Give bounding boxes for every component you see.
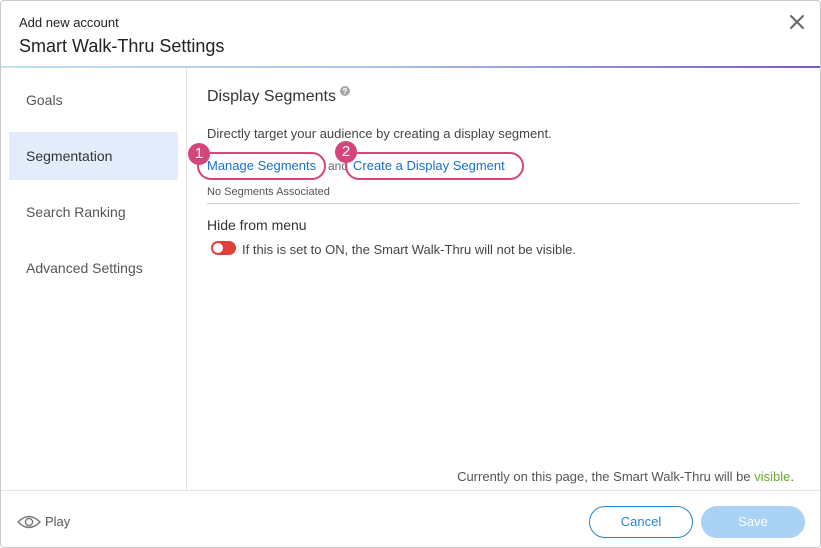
question-circle-icon[interactable] <box>340 86 350 96</box>
settings-sidebar: Goals Segmentation Search Ranking Advanc… <box>1 68 187 490</box>
cancel-button[interactable]: Cancel <box>589 506 693 538</box>
dialog-title: Smart Walk-Thru Settings <box>19 36 225 56</box>
hide-from-menu-title: Hide from menu <box>207 217 307 233</box>
status-suffix: . <box>790 469 794 484</box>
dialog-header: Add new account Smart Walk-Thru Settings <box>1 1 820 68</box>
status-prefix: Currently on this page, the Smart Walk-T… <box>457 469 755 484</box>
status-value: visible <box>754 469 791 484</box>
no-segments-label: No Segments Associated <box>207 186 330 198</box>
manage-segments-link[interactable]: Manage Segments <box>207 158 316 173</box>
sidebar-item-advanced-settings[interactable]: Advanced Settings <box>9 244 178 292</box>
segmentation-panel: Display Segments Directly target your au… <box>188 68 807 490</box>
save-button[interactable]: Save <box>701 506 805 538</box>
display-segments-title: Display Segments <box>207 88 336 105</box>
hide-from-menu-toggle[interactable] <box>211 241 236 255</box>
toggle-knob <box>213 243 223 253</box>
segments-description: Directly target your audience by creatin… <box>207 126 552 141</box>
sidebar-item-search-ranking[interactable]: Search Ranking <box>9 188 178 236</box>
section-divider <box>207 203 799 204</box>
visibility-status: Currently on this page, the Smart Walk-T… <box>457 469 794 484</box>
eye-icon <box>17 515 41 529</box>
dialog-footer: Play Cancel Save <box>1 490 820 547</box>
play-label: Play <box>45 514 71 529</box>
close-icon <box>790 15 804 29</box>
close-button[interactable] <box>788 13 806 31</box>
settings-dialog: Add new account Smart Walk-Thru Settings… <box>0 0 821 548</box>
dialog-subtitle: Add new account <box>19 15 119 30</box>
sidebar-item-segmentation[interactable]: Segmentation <box>9 132 178 180</box>
sidebar-item-goals[interactable]: Goals <box>9 76 178 124</box>
hide-from-menu-description: If this is set to ON, the Smart Walk-Thr… <box>242 242 577 257</box>
create-display-segment-link[interactable]: Create a Display Segment <box>353 158 505 173</box>
